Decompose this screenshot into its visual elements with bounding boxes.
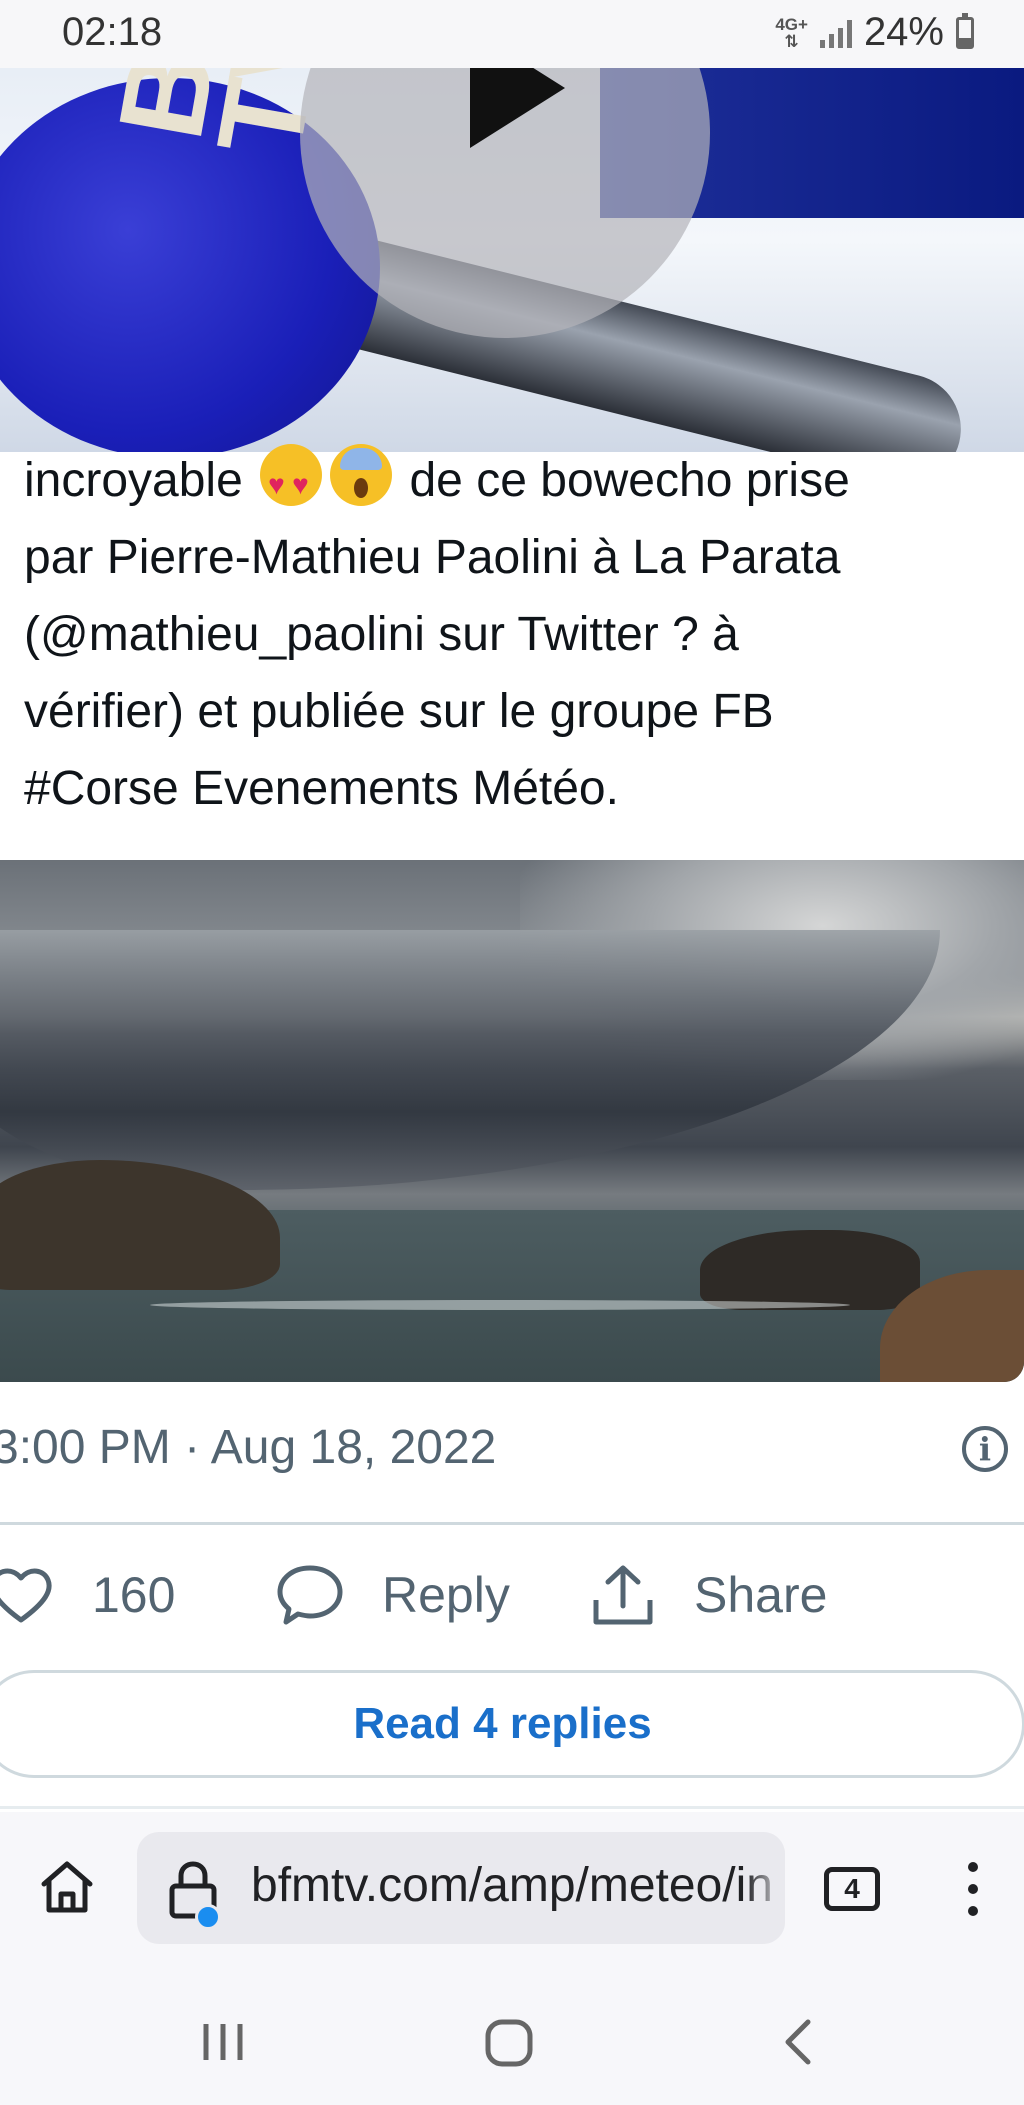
battery-percent: 24%: [863, 10, 944, 54]
share-button[interactable]: [590, 1562, 656, 1633]
divider: [0, 1522, 1024, 1525]
share-upload-icon: [593, 1565, 653, 1625]
share-label[interactable]: Share: [694, 1566, 827, 1624]
heart-icon: [0, 1568, 52, 1623]
network-type-label: 4G+: [775, 14, 808, 34]
play-icon: [470, 68, 565, 148]
tweet-line-2: par Pierre-Mathieu Paolini à La Parata: [24, 531, 841, 584]
tweet-photo[interactable]: [0, 860, 1024, 1382]
recent-apps-icon[interactable]: [200, 2020, 246, 2069]
tweet-actions: 160 Reply Share: [0, 1562, 1024, 1632]
tweet-timestamp[interactable]: 3:00 PM · Aug 18, 2022: [0, 1420, 496, 1475]
home-nav-icon[interactable]: [484, 2018, 534, 2073]
tweet-text: incroyable de ce bowecho prise par Pierr…: [24, 442, 1004, 827]
divider: [0, 1806, 1024, 1809]
more-options-icon[interactable]: [968, 1862, 980, 1918]
embedded-video[interactable]: BFM TV.: [0, 68, 1024, 452]
status-time: 02:18: [62, 10, 163, 54]
battery-icon: [956, 12, 974, 49]
reply-label[interactable]: Reply: [382, 1566, 510, 1624]
data-arrows-icon: ⇅: [784, 31, 799, 51]
url-text[interactable]: bfmtv.com/amp/meteo/in: [251, 1858, 773, 1913]
status-bar: 02:18 4G+ ⇅ 24%: [0, 0, 1024, 68]
tab-switcher-button[interactable]: 4: [824, 1867, 880, 1911]
like-count: 160: [92, 1567, 176, 1623]
heart-eyes-emoji-icon: [260, 444, 323, 523]
back-icon[interactable]: [780, 2016, 814, 2073]
status-indicators: 4G+ ⇅ 24%: [775, 10, 974, 55]
speech-bubble-icon: [277, 1565, 343, 1625]
like-button[interactable]: [0, 1562, 56, 1631]
home-icon[interactable]: [38, 1858, 96, 1921]
tweet-line-3: (@mathieu_paolini sur Twitter ? à: [24, 608, 739, 661]
screaming-face-emoji-icon: [330, 444, 393, 506]
reply-button[interactable]: [276, 1562, 344, 1633]
shelf-cloud: [0, 930, 940, 1190]
system-navigation-bar: [0, 1972, 1024, 2105]
info-icon[interactable]: i: [962, 1426, 1008, 1472]
address-bar[interactable]: bfmtv.com/amp/meteo/in: [137, 1832, 785, 1944]
tweet-line-5: #Corse Evenements Météo.: [24, 762, 619, 815]
network-type-icon: 4G+ ⇅: [775, 16, 808, 50]
read-replies-button[interactable]: Read 4 replies: [0, 1670, 1024, 1778]
tweet-line-4: vérifier) et publiée sur le groupe FB: [24, 685, 774, 738]
tweet-line-1: incroyable de ce bowecho prise: [24, 442, 1004, 523]
secure-indicator-dot: [195, 1904, 221, 1930]
signal-strength-icon: [819, 18, 852, 48]
